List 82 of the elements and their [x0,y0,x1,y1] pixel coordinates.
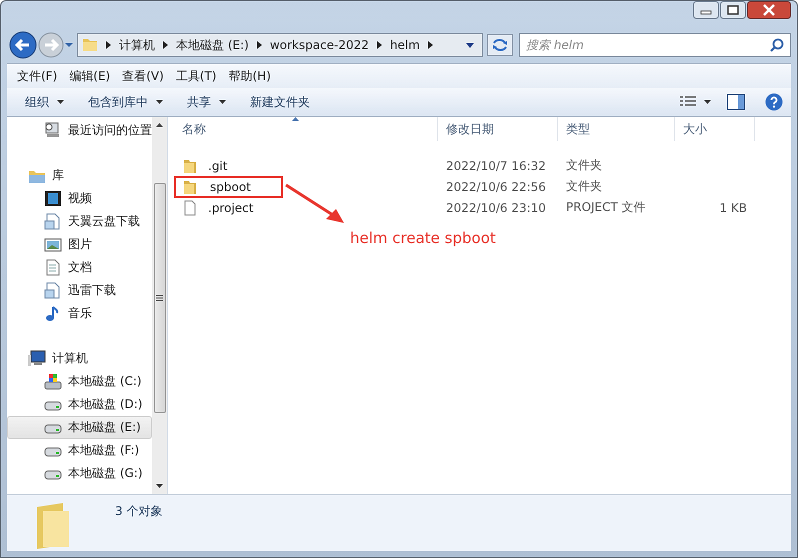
size-cell: 1 KB [719,200,747,214]
sidebar-item[interactable]: 音乐 [7,302,152,325]
annotation-arrow [284,183,346,225]
sidebar-item[interactable]: 本地磁盘 (D:) [7,393,152,416]
type-cell: 文件夹 [566,158,602,172]
chevron-right-icon [256,41,262,49]
breadcrumb-item[interactable]: helm [390,38,420,52]
history-dropdown-icon [65,42,73,48]
folder-icon [182,158,198,174]
caret-icon [704,100,711,104]
refresh-icon [487,34,513,56]
menu-item[interactable]: 文件(F) [11,66,64,86]
drive-icon [44,373,62,390]
grip-icon [156,295,163,301]
menu-item[interactable]: 工具(T) [170,66,222,86]
annotation-text: helm create spboot [350,229,496,247]
sidebar-item[interactable]: 图片 [7,233,152,256]
film-icon [44,190,62,207]
caret-icon [219,100,226,104]
search-icon [770,38,784,52]
blank-file-icon [182,200,198,216]
sidebar-item[interactable]: 本地磁盘 (E:) [7,416,152,439]
document-icon [44,213,62,230]
date-cell: 2022/10/6 22:56 [446,180,546,194]
chevron-right-icon [106,41,111,49]
sidebar-item[interactable]: 本地磁盘 (F:) [7,439,152,462]
sidebar-item[interactable]: 天翼云盘下载 [7,210,152,233]
document-icon [44,282,62,299]
preview-pane-icon [727,94,745,110]
breadcrumb-item[interactable]: 本地磁盘 (E:) [176,36,249,54]
sidebar-item[interactable]: 库 [7,164,152,187]
toolbar-button[interactable]: 共享 [177,90,236,114]
minimize-icon [693,1,719,19]
toolbar-button[interactable]: 包含到库中 [78,90,173,114]
toolbar-button[interactable]: 组织 [15,90,74,114]
search-field[interactable]: 搜索 helm [519,33,791,57]
sidebar-item[interactable]: 迅雷下载 [7,279,152,302]
scroll-up-icon [156,123,163,127]
caret-icon [156,100,163,104]
help-icon [765,93,783,111]
menu-item[interactable]: 帮助(H) [222,66,277,86]
file-name[interactable]: spboot [174,176,283,198]
column-header[interactable]: 修改日期 [438,117,558,141]
chevron-right-icon [428,41,433,49]
close-icon [747,1,791,19]
file-name[interactable]: .project [202,196,260,218]
scrollbar[interactable] [152,117,167,494]
scrollbar-thumb[interactable] [154,183,166,413]
sidebar-item[interactable]: 最近访问的位置 [7,119,152,142]
maximize-icon [720,1,746,19]
type-cell: PROJECT 文件 [566,200,646,214]
column-header[interactable]: 大小 [675,117,755,141]
type-cell: 文件夹 [566,179,602,193]
computer-icon [28,350,46,367]
sidebar-item[interactable]: 本地磁盘 (G:) [7,462,152,485]
sidebar-item[interactable]: 本地磁盘 (C:) [7,370,152,393]
column-header[interactable]: 类型 [558,117,675,141]
folder-icon [82,36,98,54]
picture-icon [44,236,62,253]
menu-item[interactable]: 编辑(E) [63,66,116,86]
address-bar[interactable]: 计算机 本地磁盘 (E:) workspace-2022 helm [77,33,483,57]
text-document-icon [44,259,62,276]
recent-places-icon [44,122,62,139]
sidebar-item[interactable]: 视频 [7,187,152,210]
sidebar-item[interactable]: 文档 [7,256,152,279]
chevron-right-icon [163,41,168,49]
toolbar-button[interactable]: 新建文件夹 [240,90,320,114]
file-name[interactable]: .git [202,154,234,176]
chevron-right-icon [376,41,382,49]
dropdown-icon [466,42,474,48]
caret-icon [57,100,64,104]
menu-item[interactable]: 查看(V) [116,66,170,86]
breadcrumb-item[interactable]: 计算机 [119,36,155,54]
date-cell: 2022/10/6 23:10 [446,200,546,214]
breadcrumb-item[interactable]: workspace-2022 [270,38,369,52]
date-cell: 2022/10/7 16:32 [446,158,546,172]
folder-icon [182,178,198,194]
list-view-icon [680,96,696,108]
sidebar-item[interactable]: 计算机 [7,347,152,370]
status-text: 3 个对象 [115,503,162,520]
column-header[interactable]: 名称 [168,117,438,141]
scroll-down-icon [156,484,163,488]
